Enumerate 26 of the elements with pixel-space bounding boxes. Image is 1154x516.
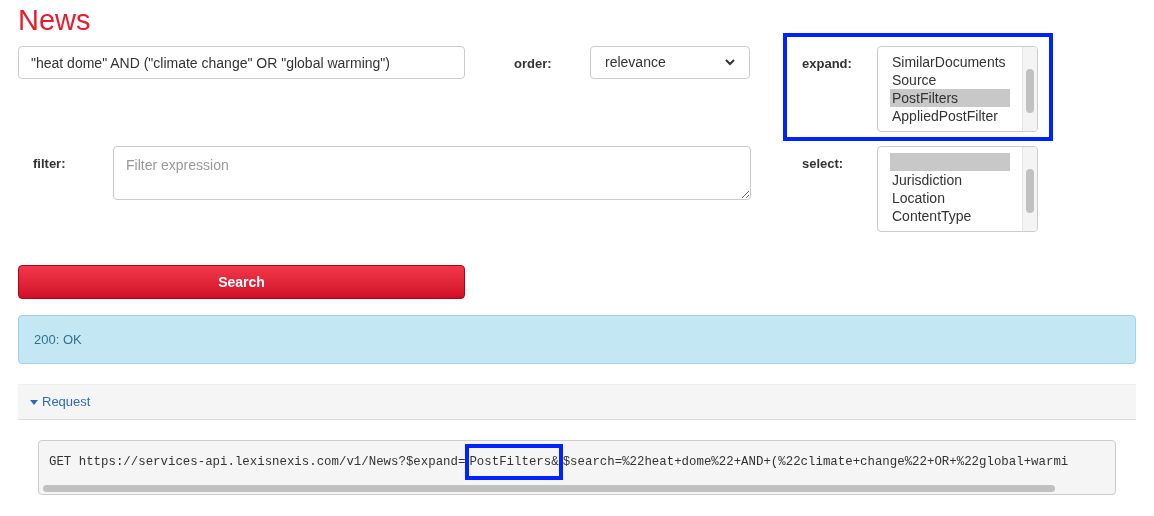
field-label: expand:: [802, 55, 853, 73]
field-label: order:: [513, 55, 553, 73]
order-select[interactable]: relevance: [590, 46, 750, 79]
filter-field[interactable]: Filter expression: [113, 146, 751, 200]
search-button[interactable]: Search: [18, 265, 465, 299]
request-toggle[interactable]: Request: [30, 392, 91, 412]
caret-icon: [30, 399, 38, 405]
chevron-down-icon: [725, 59, 735, 66]
field-label: filter:: [32, 155, 67, 173]
list-option[interactable]: Source: [890, 71, 1010, 89]
list-option[interactable]: ContentType: [890, 207, 1010, 225]
list-option[interactable]: PostFilters: [890, 89, 1010, 107]
list-option[interactable]: [890, 153, 1010, 171]
field-label: select:: [802, 155, 845, 173]
status-text: 200: OK: [34, 330, 82, 349]
page-title: News: [17, 3, 92, 38]
list-option[interactable]: Jurisdiction: [890, 171, 1010, 189]
list-option[interactable]: SimilarDocuments: [890, 53, 1010, 71]
request-url-text: $search=%22heat+dome%22+AND+(%22climate+change%22+OR+%22global+warmi: [562, 454, 1069, 471]
list-box[interactable]: SimilarDocuments Source PostFilters AppliedPostFilter: [877, 46, 1038, 132]
list-option[interactable]: Location: [890, 189, 1010, 207]
request-url-text: PostFilters&: [465, 444, 563, 480]
list-box[interactable]: Jurisdiction Location ContentType: [877, 146, 1038, 232]
list-option[interactable]: AppliedPostFilter: [890, 107, 1010, 125]
search-field[interactable]: "heat dome" AND ("climate change" OR "global warming"): [18, 46, 465, 79]
request-url-text: GET https://services-api.lexisnexis.com/v1/News?$expand=: [49, 454, 466, 471]
